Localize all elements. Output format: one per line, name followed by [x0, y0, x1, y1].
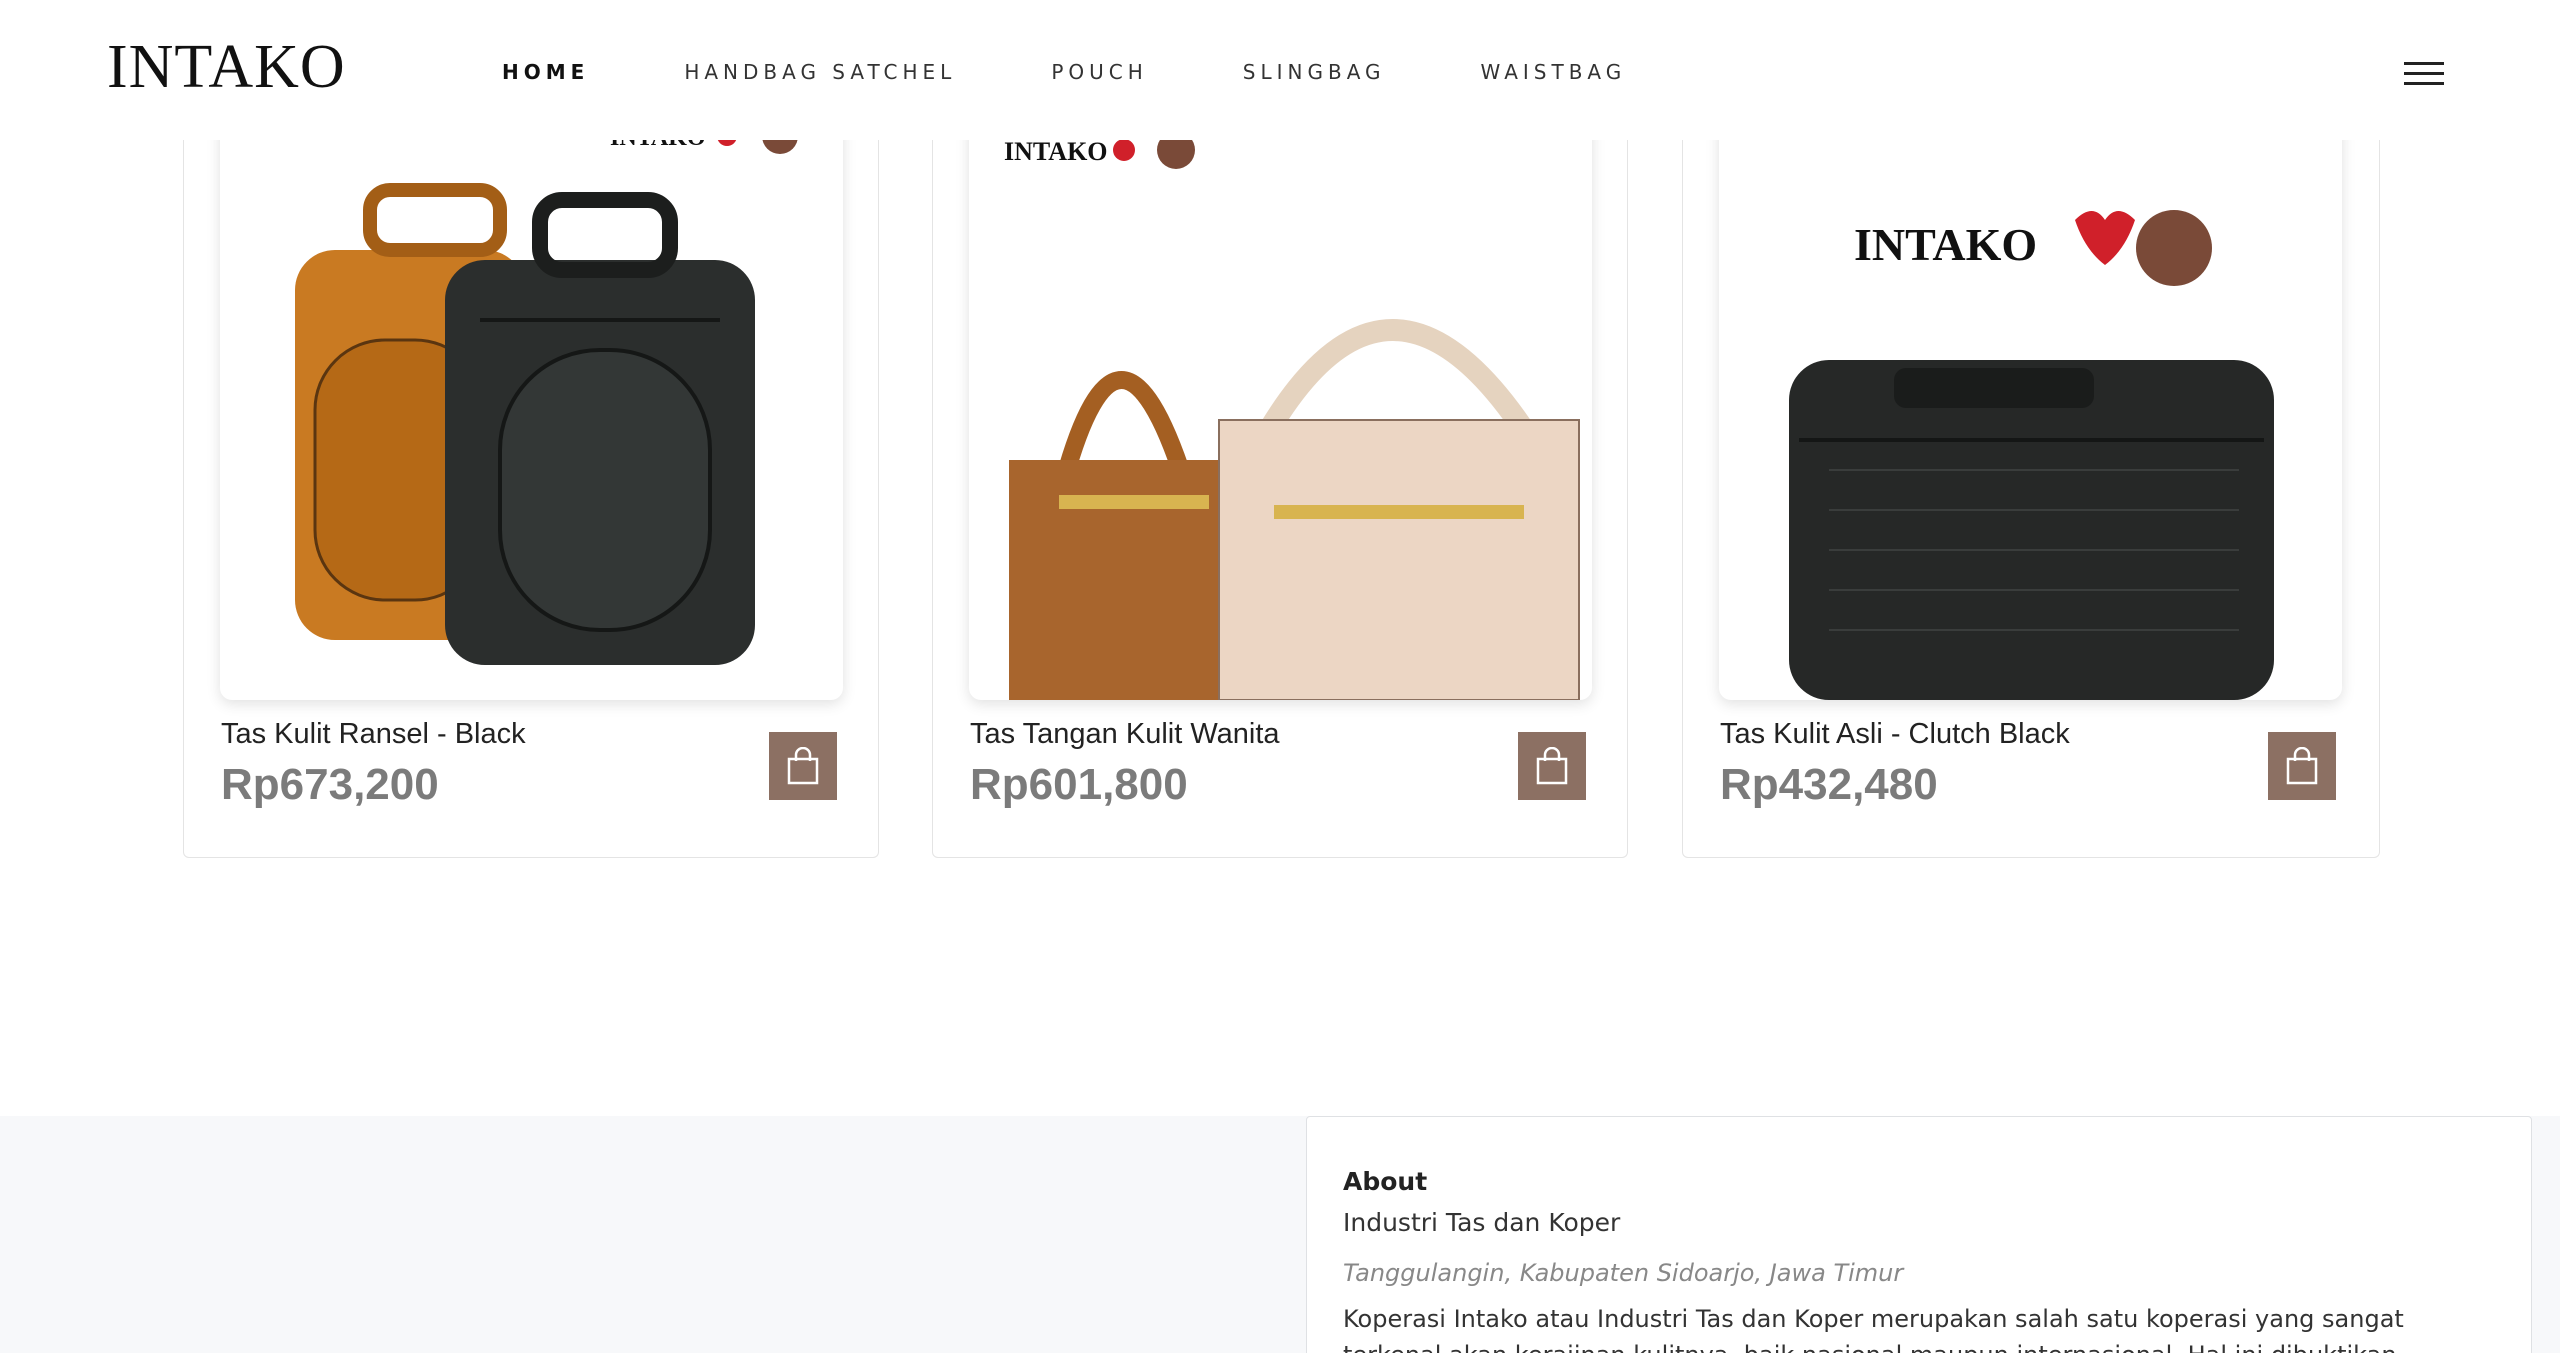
product-card[interactable]: INTAKO Tas Kulit Asli - Clutch Black Rp4… [1682, 100, 2380, 858]
about-subtitle: Industri Tas dan Koper [1343, 1208, 1621, 1237]
about-location: Tanggulangin, Kabupaten Sidoarjo, Jawa T… [1343, 1259, 1904, 1287]
site-header: INTAKO HOME HANDBAG SATCHEL POUCH SLINGB… [0, 0, 2560, 140]
product-price: Rp432,480 [1720, 760, 1938, 809]
product-name[interactable]: Tas Kulit Asli - Clutch Black [1720, 718, 2070, 751]
product-image[interactable]: INTAKO [220, 100, 843, 700]
product-image[interactable]: INTAKO [969, 100, 1592, 700]
nav-item-pouch[interactable]: POUCH [1051, 60, 1147, 84]
product-price: Rp673,200 [221, 760, 439, 809]
hamburger-menu-icon[interactable] [2404, 62, 2444, 86]
product-image[interactable]: INTAKO [1719, 100, 2342, 700]
shopping-bag-icon [787, 747, 819, 785]
main-nav: HOME HANDBAG SATCHEL POUCH SLINGBAG WAIS… [502, 60, 1721, 84]
nav-item-waistbag[interactable]: WAISTBAG [1481, 60, 1627, 84]
product-name[interactable]: Tas Tangan Kulit Wanita [970, 718, 1280, 751]
about-panel: About Industri Tas dan Koper Tanggulangi… [1306, 1116, 2532, 1353]
add-to-cart-button[interactable] [1518, 732, 1586, 800]
product-price: Rp601,800 [970, 760, 1188, 809]
shopping-bag-icon [1536, 747, 1568, 785]
brand-logo[interactable]: INTAKO [107, 32, 346, 103]
svg-text:INTAKO: INTAKO [1854, 219, 2037, 270]
about-title: About [1343, 1167, 1428, 1196]
nav-item-home[interactable]: HOME [502, 60, 589, 84]
add-to-cart-button[interactable] [2268, 732, 2336, 800]
about-description: Koperasi Intako atau Industri Tas dan Ko… [1343, 1305, 2404, 1353]
product-name[interactable]: Tas Kulit Ransel - Black [221, 718, 526, 751]
add-to-cart-button[interactable] [769, 732, 837, 800]
shopping-bag-icon [2286, 747, 2318, 785]
nav-item-slingbag[interactable]: SLINGBAG [1243, 60, 1386, 84]
product-card[interactable]: INTAKO Tas Kulit Ransel - Black Rp673,20… [183, 100, 879, 858]
nav-item-handbag-satchel[interactable]: HANDBAG SATCHEL [684, 60, 956, 84]
product-card[interactable]: INTAKO Tas Tangan Kulit Wanita Rp601,800 [932, 100, 1628, 858]
svg-text:INTAKO: INTAKO [1004, 137, 1108, 166]
